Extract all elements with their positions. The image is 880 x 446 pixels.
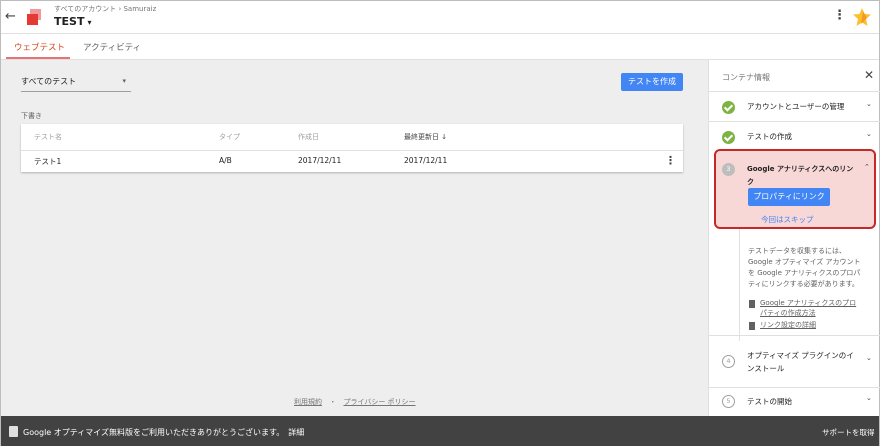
step-number-5: 5 — [722, 395, 735, 408]
tab-bar: ウェブテスト アクティビティ — [1, 34, 879, 60]
step-label-ga-link[interactable]: Google アナリティクスへのリンク — [747, 163, 857, 189]
filter-value: すべてのテスト — [21, 77, 77, 86]
notification-bar: Google オプティマイズ無料版をご利用いただきありがとうございます。 詳細 サ… — [1, 416, 879, 446]
active-tab-indicator — [6, 57, 70, 59]
document-icon — [749, 322, 755, 330]
chevron-up-icon[interactable]: ⌃ — [864, 163, 870, 171]
skip-link[interactable]: 今回はスキップ — [761, 214, 814, 225]
breadcrumb[interactable]: すべてのアカウント › Samuraiz — [54, 4, 156, 14]
step-label: テストの開始 — [747, 397, 792, 406]
doc-link-link-settings[interactable]: リンク設定の詳細 — [760, 320, 860, 330]
close-icon[interactable]: ✕ — [864, 68, 874, 82]
document-icon — [9, 426, 18, 437]
chevron-down-icon: ⌄ — [866, 130, 872, 138]
chevron-down-icon: ⌄ — [866, 394, 872, 402]
cell-updated-date: 2017/12/11 — [404, 156, 448, 165]
column-header-name[interactable]: テスト名 — [34, 132, 62, 142]
column-header-type[interactable]: タイプ — [219, 132, 240, 142]
footer-separator: ・ — [329, 398, 337, 406]
row-more-vert-icon[interactable]: ⋮ — [665, 154, 676, 167]
chevron-down-icon: ⌄ — [866, 100, 872, 108]
step-start-test[interactable]: 5 テストの開始 ⌄ — [709, 387, 880, 416]
terms-link[interactable]: 利用規約 — [294, 398, 322, 406]
doc-link-create-property[interactable]: Google アナリティクスのプロパティの作成方法 — [760, 298, 860, 318]
drafts-section-label: 下書き — [21, 112, 42, 120]
tab-activity[interactable]: アクティビティ — [83, 41, 141, 53]
detail-link[interactable]: 詳細 — [288, 428, 304, 437]
step-account-users[interactable]: アカウントとユーザーの管理 ⌄ — [709, 91, 880, 121]
column-header-created[interactable]: 作成日 — [298, 132, 319, 142]
app-header: ← すべてのアカウント › Samuraiz TEST ▾ ⋮ — [1, 1, 879, 34]
link-property-button[interactable]: プロパティにリンク — [748, 188, 830, 206]
chevron-down-icon: ▾ — [87, 18, 92, 27]
cell-test-name[interactable]: テスト1 — [34, 156, 61, 167]
tab-web-test[interactable]: ウェブテスト — [14, 41, 65, 53]
support-link[interactable]: サポートを取得 — [822, 427, 875, 438]
step-label: オプティマイズ プラグインのインストール — [747, 351, 854, 373]
privacy-link[interactable]: プライバシー ポリシー — [343, 398, 415, 406]
step-create-test[interactable]: テストの作成 ⌄ — [709, 121, 880, 151]
drafts-table: テスト名 タイプ 作成日 最終更新日 ↓ テスト1 A/B 2017/12/11… — [21, 124, 683, 172]
ga-link-description: テストデータを収集するには、Google オプティマイズ アカウントを Goog… — [748, 247, 861, 288]
step-label: テストの作成 — [747, 132, 792, 141]
account-avatar-icon[interactable] — [852, 7, 872, 27]
chevron-down-icon: ⌄ — [866, 354, 872, 362]
row-divider — [21, 150, 683, 151]
check-circle-icon — [722, 131, 735, 144]
step-label: アカウントとユーザーの管理 — [747, 102, 845, 111]
footer-links: 利用規約 ・ プライバシー ポリシー — [294, 397, 416, 407]
check-circle-icon — [722, 101, 735, 114]
more-vert-icon[interactable]: ⋮ — [833, 8, 846, 23]
document-icon — [749, 300, 755, 308]
optimize-logo-icon — [27, 9, 41, 25]
dropdown-arrow-icon: ▾ — [122, 77, 126, 85]
step-number-4: 4 — [722, 355, 735, 368]
panel-title: コンテナ情報 — [722, 73, 770, 82]
create-test-button[interactable]: テストを作成 — [621, 73, 683, 91]
test-filter-select[interactable]: すべてのテスト ▾ — [21, 76, 131, 92]
notification-message: Google オプティマイズ無料版をご利用いただきありがとうございます。 詳細 — [23, 428, 305, 437]
container-title[interactable]: TEST ▾ — [54, 15, 91, 28]
column-header-updated[interactable]: 最終更新日 ↓ — [404, 132, 447, 142]
cell-test-type: A/B — [219, 156, 232, 165]
cell-created-date: 2017/12/11 — [298, 156, 342, 165]
step-number-3: 3 — [722, 163, 735, 176]
back-arrow-icon[interactable]: ← — [5, 9, 16, 24]
step-install-plugin[interactable]: 4 オプティマイズ プラグインのインストール ⌄ — [709, 335, 880, 387]
